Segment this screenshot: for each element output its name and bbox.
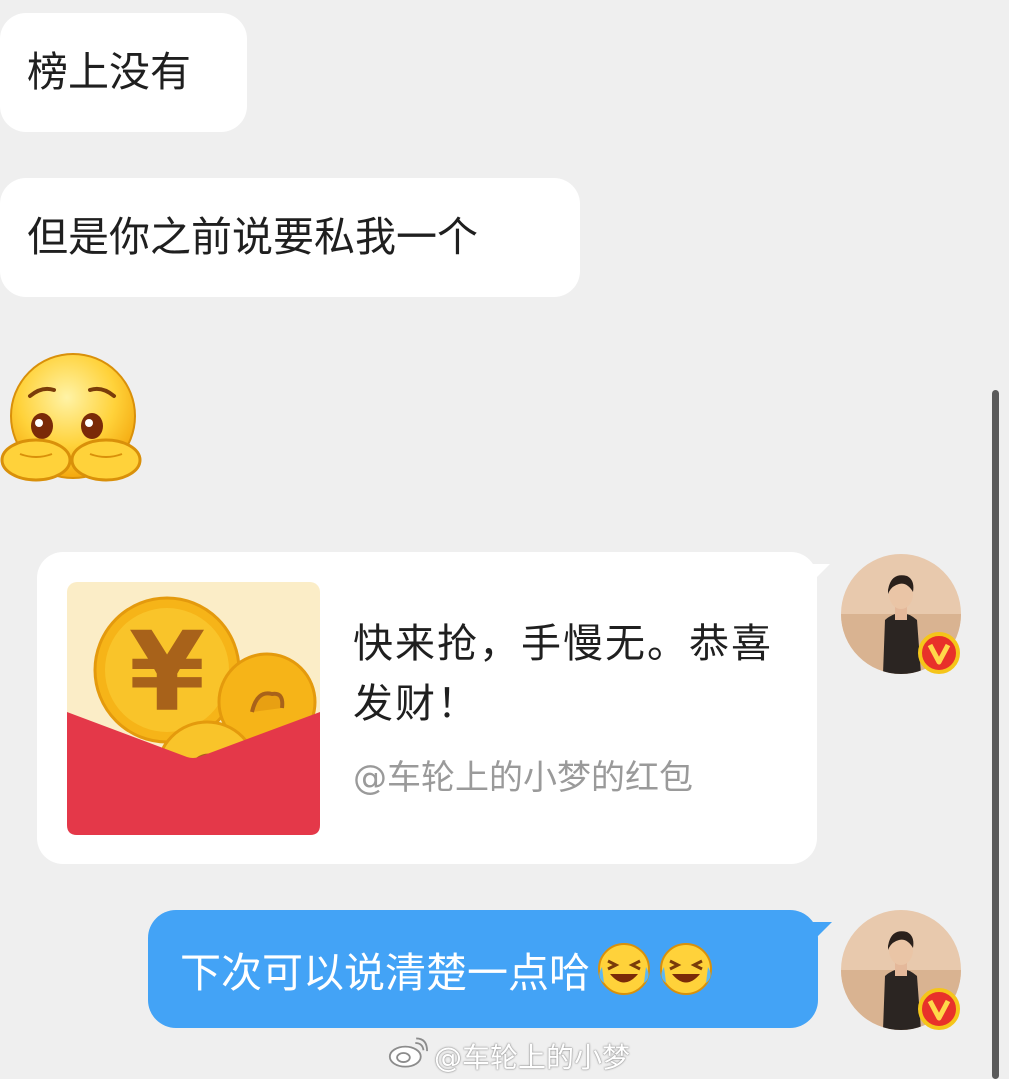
message-text: 下次可以说清楚一点哈: [180, 949, 590, 997]
red-packet-title: 快来抢，手慢无。恭喜发财！: [353, 621, 773, 727]
incoming-message-bubble[interactable]: 榜上没有: [0, 13, 247, 132]
laughing-crying-face-icon: [658, 941, 714, 997]
laughing-crying-face-icon: [596, 941, 652, 997]
verified-v-badge-icon: [918, 632, 960, 674]
weibo-logo-icon: [388, 1037, 428, 1076]
message-text: 榜上没有: [27, 48, 191, 96]
red-packet-icon: ¥: [67, 582, 320, 835]
message-text: 但是你之前说要私我一个: [27, 213, 478, 261]
red-packet-sender: @车轮上的小梦的红包: [353, 758, 693, 798]
watermark: @车轮上的小梦: [388, 1036, 630, 1076]
verified-v-badge-icon: [918, 988, 960, 1030]
watermark-text: @车轮上的小梦: [434, 1041, 631, 1074]
scrollbar[interactable]: [992, 390, 999, 1079]
outgoing-message-bubble[interactable]: 下次可以说清楚一点哈: [148, 910, 818, 1028]
bubble-tail: [812, 922, 832, 942]
bubble-tail: [812, 564, 830, 582]
incoming-message-bubble[interactable]: 但是你之前说要私我一个: [0, 178, 580, 297]
red-packet-card[interactable]: ¥ 快来抢，手慢无。恭喜发财！ @车轮上的小梦的红包: [37, 552, 817, 864]
svg-text:¥: ¥: [129, 608, 206, 736]
pleading-face-icon[interactable]: [0, 350, 142, 488]
